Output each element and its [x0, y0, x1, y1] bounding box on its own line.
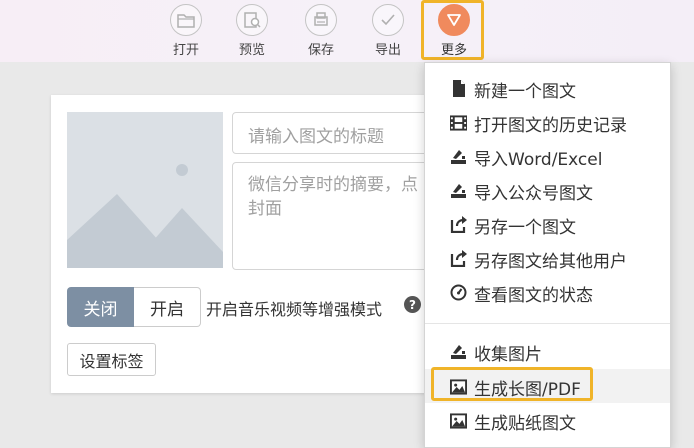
image-placeholder-icon	[67, 164, 223, 268]
set-tags-button[interactable]: 设置标签	[67, 343, 156, 376]
menu-item-label: 导入Word/Excel	[474, 150, 603, 170]
preview-icon	[236, 4, 268, 36]
menu-item-save-for-user[interactable]: 另存图文给其他用户	[425, 241, 670, 275]
film-icon	[450, 114, 467, 131]
share-icon	[450, 250, 467, 267]
export-button[interactable]: 导出	[368, 4, 408, 60]
top-toolbar: 打开 预览 保存 导出 更多	[0, 0, 694, 62]
open-button[interactable]: 打开	[166, 4, 206, 60]
menu-item-label: 另存一个图文	[474, 218, 576, 238]
menu-item-save-as[interactable]: 另存一个图文	[425, 207, 670, 241]
preview-label: 预览	[238, 43, 265, 58]
enhanced-mode-label: 开启音乐视频等增强模式	[206, 300, 383, 319]
gauge-icon	[450, 284, 467, 301]
save-button[interactable]: 保存	[301, 4, 341, 60]
toggle-on-button[interactable]: 开启	[134, 287, 201, 327]
menu-item-collect-images[interactable]: 收集图片	[425, 334, 670, 368]
more-highlight-box	[421, 0, 484, 60]
download-icon	[450, 343, 467, 360]
share-icon	[450, 216, 467, 233]
preview-button[interactable]: 预览	[232, 4, 272, 60]
toggle-off-button[interactable]: 关闭	[67, 287, 134, 327]
menu-item-label: 另存图文给其他用户	[474, 252, 627, 272]
menu-item-view-status[interactable]: 查看图文的状态	[425, 275, 670, 309]
pdf-highlight-box	[431, 367, 593, 401]
menu-item-label: 新建一个图文	[474, 82, 576, 102]
menu-item-label: 收集图片	[474, 345, 542, 365]
help-icon[interactable]: ?	[404, 296, 421, 313]
menu-item-generate-sticker[interactable]: 生成贴纸图文	[425, 403, 670, 437]
folder-icon	[170, 4, 202, 36]
open-label: 打开	[172, 43, 199, 58]
menu-item-label: 生成贴纸图文	[474, 414, 576, 434]
import-icon	[450, 148, 467, 165]
export-icon	[372, 4, 404, 36]
export-label: 导出	[374, 43, 401, 58]
save-icon	[305, 4, 337, 36]
menu-item-label: 查看图文的状态	[474, 286, 593, 306]
image-icon	[450, 412, 467, 429]
cover-image-placeholder[interactable]	[67, 112, 223, 268]
file-icon	[450, 80, 467, 97]
menu-divider	[425, 323, 670, 324]
menu-item-label: 打开图文的历史记录	[474, 116, 627, 136]
menu-item-label: 导入公众号图文	[474, 184, 593, 204]
menu-item-import-word-excel[interactable]: 导入Word/Excel	[425, 139, 670, 173]
menu-item-history[interactable]: 打开图文的历史记录	[425, 105, 670, 139]
menu-item-new-article[interactable]: 新建一个图文	[425, 71, 670, 105]
import-icon	[450, 182, 467, 199]
menu-item-import-official-account[interactable]: 导入公众号图文	[425, 173, 670, 207]
save-label: 保存	[307, 43, 334, 58]
